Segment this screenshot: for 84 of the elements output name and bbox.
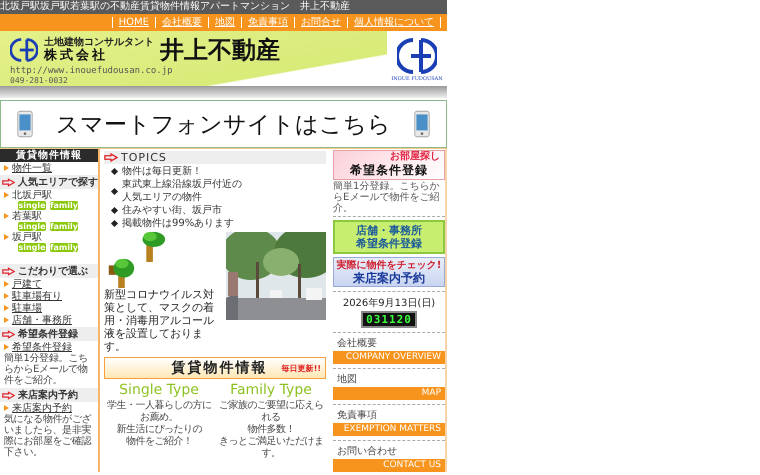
topic-item: 住みやすい街、坂戸市 — [122, 204, 222, 217]
sidebar-heading-text: こだわりで選ぶ — [18, 264, 88, 278]
bullet-icon — [4, 281, 9, 287]
tagline: 土地建物コンサルタント — [44, 37, 154, 48]
sidebar-link[interactable]: 戸建て — [12, 277, 42, 291]
nav-link[interactable]: お問合せ — [294, 17, 347, 28]
section-label: 地図 — [336, 372, 358, 387]
type-tag-button[interactable]: single — [18, 201, 46, 210]
smartphone-icon — [414, 109, 430, 139]
bullet-icon — [4, 405, 9, 411]
sidebar-note: 簡単1分登録。こちらからEメールで物件をご紹介。 — [3, 353, 89, 387]
bullet-icon — [4, 213, 9, 219]
topics-title: TOPICS — [121, 151, 167, 164]
page-title: 北坂戸駅坂戸駅若葉駅の不動産賃貸物件情報アパートマンション 井上不動産 — [0, 0, 447, 14]
logo-icon — [10, 36, 38, 64]
station-name: 坂戸駅 — [12, 231, 42, 244]
site-url: http://www.inouefudousan.co.jp — [10, 66, 174, 76]
digital-clock: 031120 — [361, 311, 417, 328]
bullet-icon — [4, 293, 9, 299]
section-link-bar[interactable]: CONTACT US — [333, 459, 445, 472]
company-type: 株式会社 — [44, 48, 109, 63]
type-title: Family Type — [229, 382, 313, 398]
sidebar-heading-text: 希望条件登録 — [18, 328, 78, 341]
arrow-icon — [2, 390, 15, 400]
sidebar-link[interactable]: 駐車場 — [12, 301, 42, 315]
station-name: 北坂戸駅 — [12, 188, 52, 202]
nav-link[interactable]: HOME — [112, 17, 155, 28]
sidebar-link[interactable]: 希望条件登録 — [12, 340, 72, 354]
bullet-icon — [110, 168, 118, 176]
sidebar-link[interactable]: 店舗・事務所 — [12, 313, 72, 327]
sidebar-title: 賃貸物件情報 — [0, 149, 98, 162]
smartphone-icon — [17, 109, 33, 139]
arrow-icon — [2, 178, 15, 186]
type-tag-button[interactable]: single — [18, 243, 46, 252]
topic-item: 物件は毎日更新！ — [122, 165, 202, 178]
section-label: 免責事項 — [336, 408, 378, 423]
sidebar-link[interactable]: 来店案内予約 — [12, 401, 72, 415]
sidebar-link[interactable]: 物件一覧 — [12, 161, 52, 175]
section-link-bar[interactable]: EXEMPTION MATTERS — [333, 423, 445, 436]
topic-item: 東武東上線沿線坂戸付近の 人気エリアの物件 — [122, 178, 242, 204]
sidebar-link[interactable]: 駐車場有り — [12, 289, 62, 303]
station-name: 若葉駅 — [12, 210, 42, 222]
type-tag-button[interactable]: family — [50, 201, 78, 210]
type-tag-button[interactable]: family — [50, 222, 78, 231]
nav-link[interactable]: 会社概要 — [155, 17, 208, 28]
bullet-icon — [4, 344, 9, 350]
bullet-icon — [4, 234, 9, 240]
arrow-icon — [2, 330, 15, 338]
date-text: 2026年9月13日(日) — [342, 297, 436, 310]
arrow-icon — [104, 153, 118, 162]
type-title: Single Type — [118, 382, 200, 398]
rental-title: 賃貸物件情報 — [172, 359, 268, 377]
visit-reservation-banner[interactable]: 実際に物件をチェック! 来店案内予約 — [333, 257, 445, 287]
sidebar-heading-text: 人気エリアで探す — [18, 176, 98, 189]
birdhouse-tree-icon — [106, 256, 136, 288]
type-description: 学生・一人暮らしの方にお薦め。 新生活にぴったりの 物件をご紹介！ — [106, 400, 212, 448]
arrow-icon — [2, 266, 15, 276]
bullet-icon — [110, 206, 118, 214]
company-name: 井上不動産 — [160, 34, 280, 66]
notice-text: 新型コロナウイルス対策として、マスクの着用・消毒用アルコール液を設置しております。 — [104, 288, 215, 353]
office-conditions-banner[interactable]: 店舗・事務所 希望条件登録 — [333, 220, 445, 254]
nav-link[interactable]: 個人情報について — [347, 17, 441, 28]
section-label: 会社概要 — [336, 336, 378, 351]
update-label: 毎日更新!! — [282, 362, 321, 374]
section-link-bar[interactable]: COMPANY OVERVIEW — [333, 351, 445, 364]
bullet-icon — [4, 305, 9, 311]
nav-link[interactable]: 地図 — [208, 17, 241, 28]
logo-icon — [397, 36, 437, 76]
topic-item: 掲載物件は99%あります — [122, 217, 234, 230]
section-link-bar[interactable]: MAP — [333, 387, 445, 400]
section-label: お問い合わせ — [336, 445, 398, 459]
bullet-icon — [110, 187, 118, 195]
phone-number: 049-281-0032 — [10, 76, 69, 85]
type-description: ご家族のご要望に応えられる 物件多数！ きっとご満足いただけます。 — [218, 400, 324, 460]
banner-note: 簡単1分登録。こちらからEメールで物件をご紹介。 — [333, 180, 445, 217]
smartphone-site-banner[interactable]: スマートフォンサイトはこちら — [0, 100, 447, 148]
type-tag-button[interactable]: family — [50, 243, 78, 252]
sidebar-heading-text: 来店案内予約 — [18, 388, 78, 402]
conditions-banner[interactable]: お部屋探し 希望条件登録 — [333, 150, 445, 180]
bullet-icon — [4, 192, 9, 198]
nav-link[interactable]: 免責事項 — [241, 17, 294, 28]
sidebar-note: 気になる物件がございましたら、是非実際にお部屋をご確認下さい。 — [3, 414, 92, 459]
type-tag-button[interactable]: single — [18, 222, 46, 231]
bullet-icon — [110, 220, 118, 228]
